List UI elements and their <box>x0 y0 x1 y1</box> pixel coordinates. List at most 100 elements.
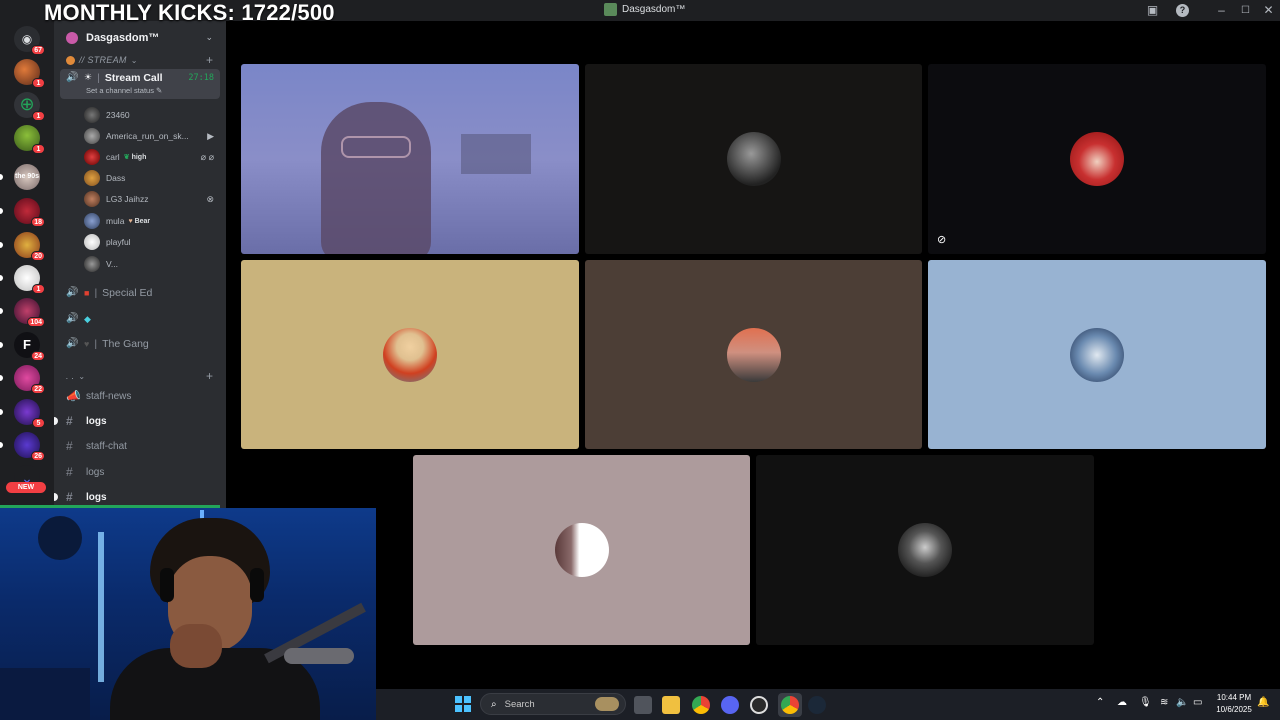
text-channel-staff-chat[interactable]: # staff-chat <box>60 436 220 456</box>
server-icon-10[interactable]: 5 <box>14 399 45 428</box>
wifi-icon[interactable]: ≋ <box>1160 697 1168 708</box>
volume-icon[interactable]: 🔈 <box>1176 697 1188 708</box>
unread-pill <box>0 275 3 281</box>
taskbar-search[interactable]: ⌕ Search <box>480 693 626 715</box>
tag-text: Bear <box>134 217 151 225</box>
member-name: V... <box>106 259 118 269</box>
voice-member[interactable]: America_run_on_sk... ▶ <box>84 127 224 145</box>
category-emoji-icon <box>66 55 75 65</box>
chrome-icon[interactable] <box>692 696 710 714</box>
avatar <box>84 213 100 229</box>
chevron-up-icon[interactable]: ⌃ <box>1096 697 1104 708</box>
server-icon-3[interactable]: the 90s <box>14 164 40 190</box>
category-second[interactable]: . . ⌄ + <box>66 369 213 383</box>
hash-icon: # <box>66 414 73 428</box>
inbox-icon[interactable]: ▣ <box>1145 3 1160 18</box>
unread-pill <box>0 375 3 381</box>
server-badge: 26 <box>31 451 45 461</box>
video-tile-avatar[interactable] <box>756 455 1094 645</box>
file-explorer-icon[interactable] <box>662 696 680 714</box>
text-channel-logs[interactable]: # logs <box>54 411 220 431</box>
voice-member[interactable]: playful <box>84 233 224 251</box>
voice-member[interactable]: 23460 <box>84 106 224 124</box>
server-icon-9[interactable]: 22 <box>14 365 45 394</box>
member-name: America_run_on_sk... <box>106 131 189 141</box>
discord-icon[interactable] <box>721 696 739 714</box>
speaker-icon: 🔊 <box>66 338 79 349</box>
voice-channel-the-gang[interactable]: 🔊 ♥ | The Gang <box>60 334 220 354</box>
video-tile-avatar[interactable] <box>585 64 922 254</box>
server-icon-4[interactable]: 18 <box>14 198 45 227</box>
member-name: carl <box>106 152 120 162</box>
video-tile-avatar[interactable] <box>241 260 579 449</box>
video-tile-avatar[interactable] <box>413 455 750 645</box>
search-placeholder: Search <box>504 698 535 710</box>
add-channel-icon[interactable]: + <box>206 369 213 383</box>
voice-channel-special-ed[interactable]: 🔊 ■ | Special Ed <box>60 283 220 303</box>
voice-member[interactable]: carl ❦ high ⌀ ⌀ <box>84 148 224 166</box>
video-tile-avatar[interactable] <box>928 260 1266 449</box>
server-header[interactable]: Dasgasdom™ ⌄ <box>54 21 226 55</box>
channel-name: logs <box>86 466 105 478</box>
notification-bell-icon[interactable]: 🔔 <box>1257 697 1269 708</box>
taskbar-clock[interactable]: 10:44 PM 10/6/2025 <box>1212 692 1256 716</box>
obs-icon[interactable] <box>750 696 768 714</box>
channel-name: logs <box>86 491 107 503</box>
voice-member[interactable]: V... <box>84 255 224 273</box>
server-icon-5[interactable]: 20 <box>14 232 45 261</box>
channel-status-placeholder[interactable]: Set a channel status ✎ <box>86 86 162 95</box>
server-icon-7[interactable]: 104 <box>14 298 45 327</box>
channel-name: staff-chat <box>86 440 127 452</box>
blue-light-glow <box>98 532 104 682</box>
clock-date: 10/6/2025 <box>1216 705 1252 714</box>
mute-icon: ⌀ ⌀ <box>200 151 214 162</box>
active-chrome-tab[interactable] <box>778 693 802 717</box>
battery-icon[interactable]: ▭ <box>1193 697 1202 708</box>
server-badge: 5 <box>32 418 45 428</box>
onedrive-icon[interactable]: ☁ <box>1117 697 1127 708</box>
add-server-icon[interactable]: ⊕ 1 <box>14 92 45 121</box>
video-tile-avatar[interactable]: ⊘ <box>928 64 1266 254</box>
maximize-button[interactable]: ☐ <box>1238 3 1253 18</box>
minimize-button[interactable]: – <box>1214 3 1229 18</box>
help-icon[interactable]: ? <box>1176 4 1189 17</box>
steam-icon[interactable] <box>808 696 826 714</box>
hash-icon: # <box>66 490 73 504</box>
server-avatar-icon <box>66 32 78 44</box>
video-tile-camera[interactable] <box>241 64 579 254</box>
unread-pill <box>0 409 3 415</box>
text-channel-staff-news[interactable]: 📣 staff-news <box>60 386 220 406</box>
voice-channel-gem[interactable]: 🔊 ◆ <box>60 309 220 329</box>
voice-member[interactable]: mula ♥ Bear <box>84 212 224 230</box>
server-icon-6[interactable]: 1 <box>14 265 45 294</box>
voice-member[interactable]: Dass <box>84 169 224 187</box>
close-button[interactable]: ✕ <box>1261 3 1276 18</box>
server-rail: ◉ 67 1 ⊕ 1 1 the 90s 18 20 1 104 F 24 22 5… <box>0 21 54 510</box>
discord-home-icon[interactable]: ◉ 67 <box>14 26 45 55</box>
server-icon-1[interactable]: 1 <box>14 59 45 88</box>
voice-member[interactable]: LG3 Jaihzz ⊗ <box>84 190 224 208</box>
sun-emoji-icon: ☀ <box>84 72 93 82</box>
voice-channel-stream-call[interactable]: 🔊 ☀ | Stream Call 27:18 Set a channel st… <box>60 69 220 99</box>
video-tile-avatar[interactable] <box>585 260 922 449</box>
avatar <box>84 149 100 165</box>
server-icon-2[interactable]: 1 <box>14 125 45 154</box>
server-badge: 20 <box>31 251 45 261</box>
server-badge: 1 <box>32 144 45 154</box>
server-icon-8[interactable]: F 24 <box>14 332 45 361</box>
add-channel-icon[interactable]: + <box>206 53 213 67</box>
server-icon-11[interactable]: 26 <box>14 432 45 461</box>
task-view-icon[interactable] <box>634 696 652 714</box>
server-badge: 22 <box>31 384 45 394</box>
xbox-icon: ⊗ <box>206 193 214 204</box>
divider: | <box>94 287 98 299</box>
text-channel-logs-2[interactable]: # logs <box>60 462 220 482</box>
text-channel-logs-3[interactable]: # logs <box>54 487 220 507</box>
category-stream[interactable]: // STREAM ⌄ + <box>66 53 213 67</box>
microphone-icon[interactable]: 🎙 <box>1139 697 1152 708</box>
avatar <box>383 327 437 382</box>
windows-start-icon[interactable] <box>455 696 471 712</box>
member-tag: ❦ high <box>124 153 147 162</box>
avatar <box>726 132 781 186</box>
channel-name: Special Ed <box>102 287 153 299</box>
